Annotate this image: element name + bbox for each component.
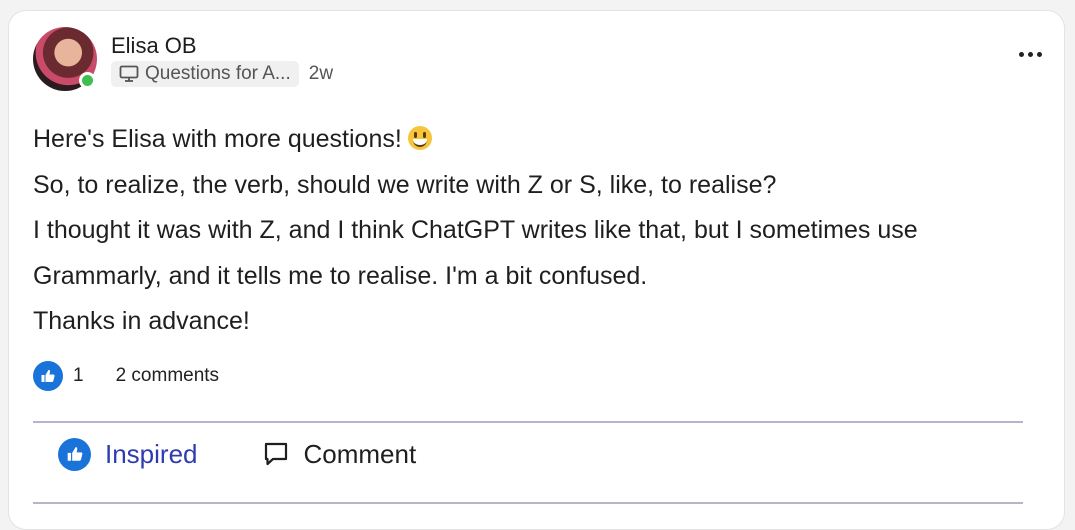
reaction-stats: 1 2 comments (33, 361, 219, 391)
action-bar: Inspired Comment (58, 437, 416, 471)
like-count[interactable]: 1 (73, 365, 84, 387)
group-name: Questions for A... (145, 63, 291, 84)
smiley-emoji-icon (407, 126, 432, 150)
post-line: Thanks in advance! (33, 307, 250, 335)
post-line: Here's Elisa with more questions! (33, 117, 1033, 163)
post-time: 2w (308, 63, 334, 84)
group-chip[interactable]: Questions for A... (111, 61, 299, 87)
post-meta: Questions for A... 2w (111, 61, 333, 87)
inspired-label: Inspired (105, 438, 198, 469)
online-status-dot (79, 72, 96, 89)
post-body: Here's Elisa with more questions! So, to… (33, 117, 1033, 345)
thumbs-up-icon (58, 437, 91, 471)
more-options-icon[interactable] (1019, 52, 1042, 57)
comment-label: Comment (303, 438, 417, 469)
monitor-icon (119, 65, 139, 82)
comment-bubble-icon (264, 442, 287, 466)
post-line: Grammarly, and it tells me to realise. I… (33, 261, 648, 290)
comment-button[interactable]: Comment (262, 438, 417, 470)
divider-bottom (33, 502, 1023, 504)
post-line: So, to realize, the verb, should we writ… (33, 170, 777, 199)
comments-count[interactable]: 2 comments (116, 365, 219, 387)
divider-top (33, 421, 1023, 423)
inspired-button[interactable]: Inspired (58, 437, 198, 471)
post-line: I thought it was with Z, and I think Cha… (33, 216, 918, 244)
thumbs-up-icon[interactable] (33, 361, 63, 391)
author-name[interactable]: Elisa OB (111, 33, 197, 59)
